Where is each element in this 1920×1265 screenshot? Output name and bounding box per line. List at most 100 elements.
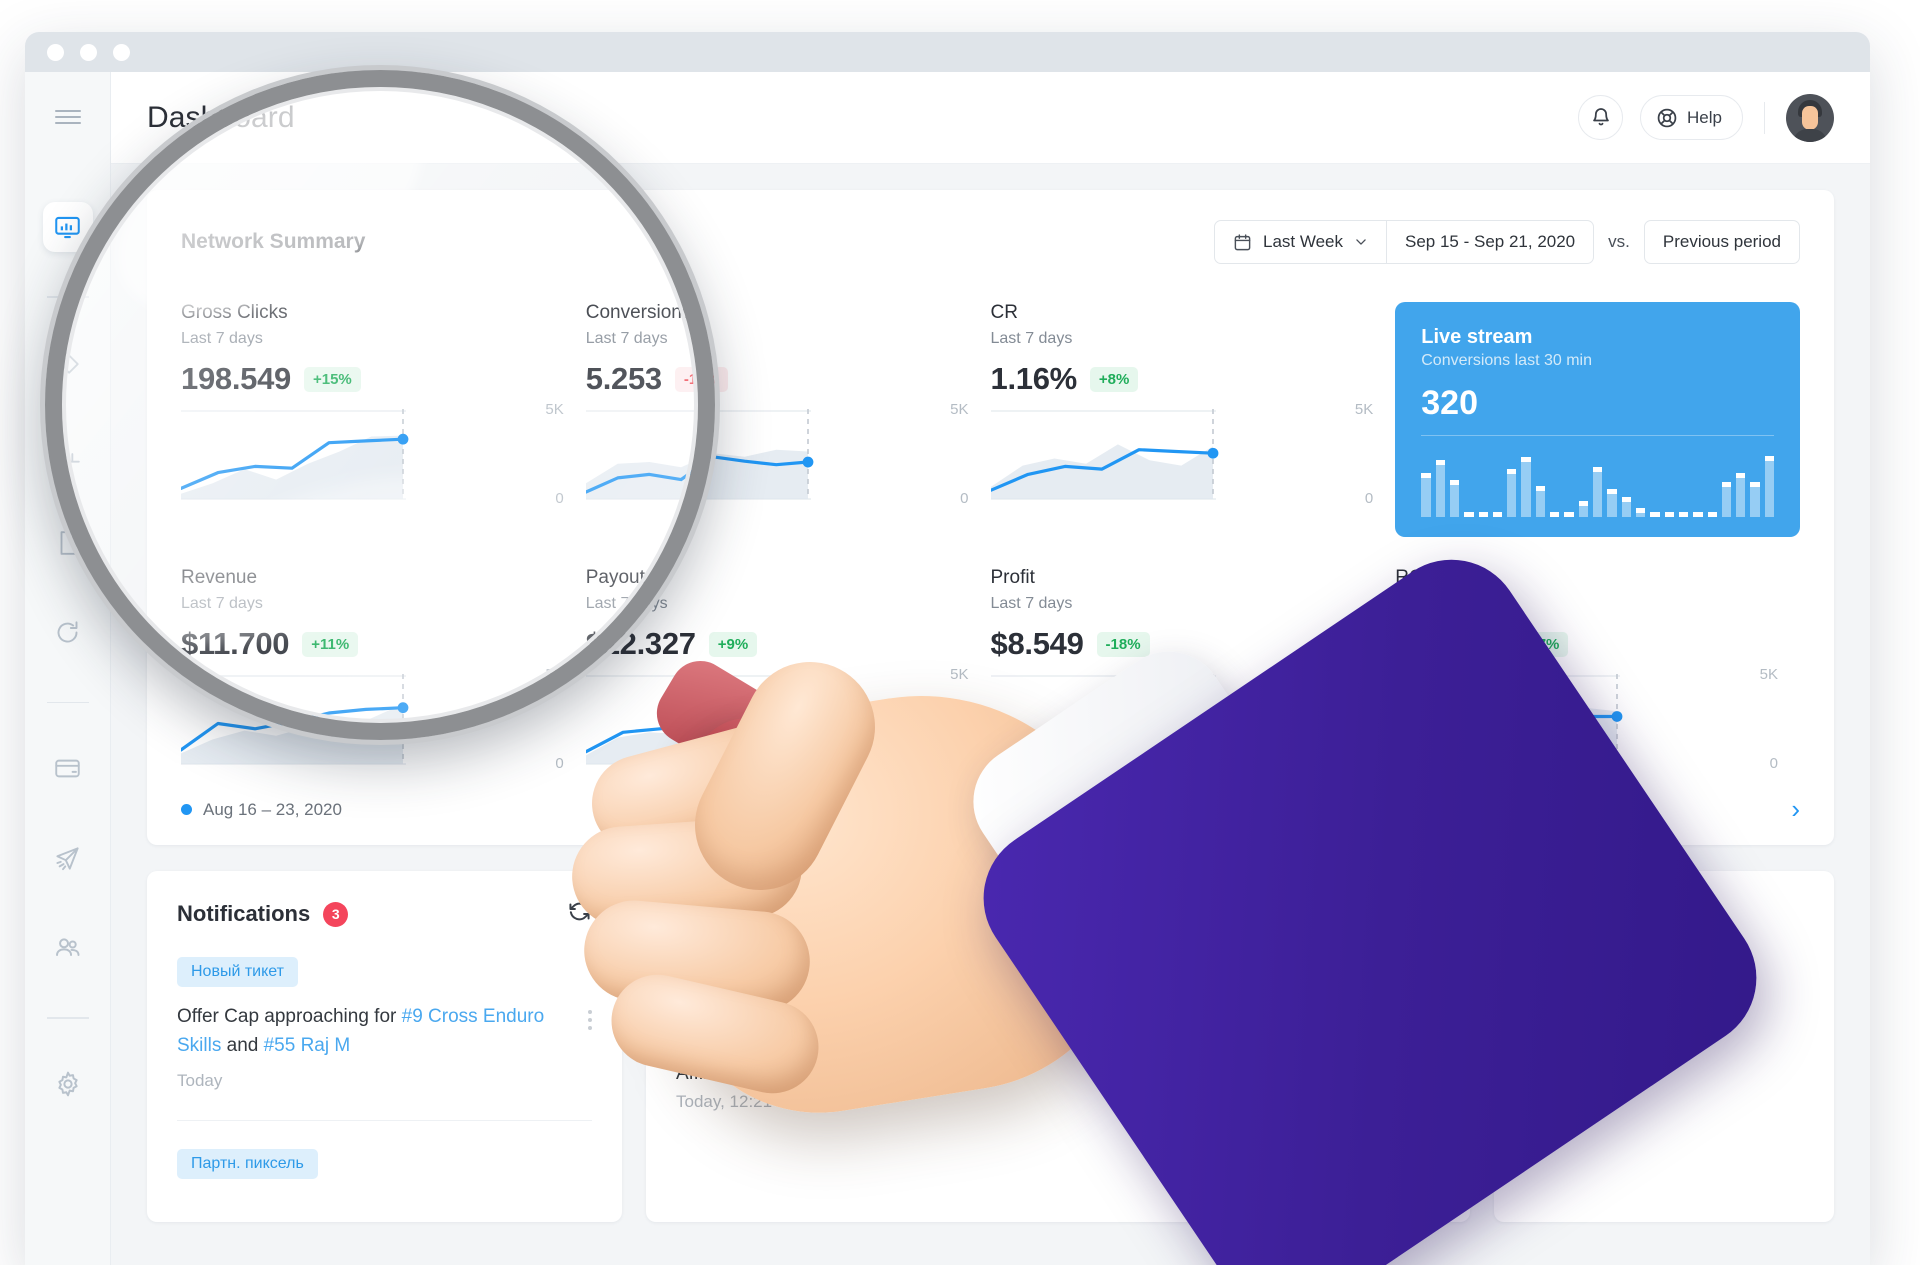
metric-axis-bottom: 0 xyxy=(1769,755,1778,772)
notification-tag: Партн. пиксель xyxy=(177,1149,318,1180)
metric-subtitle: Last 7 days xyxy=(585,330,668,347)
log-panel-label: Log xyxy=(1520,899,1552,920)
window-close-dot[interactable] xyxy=(47,43,64,61)
live-stream-bar xyxy=(1492,512,1503,517)
live-stream-bar xyxy=(1764,455,1775,517)
content-area: Dashboard Help Network Summary Last Week… xyxy=(111,72,1870,1265)
live-stream-bar xyxy=(1578,501,1588,517)
metric-delta-badge: -18% xyxy=(1096,631,1150,657)
metric-card-conversions[interactable]: Conversions Last 7 days 5.253 -15% 5K 0 xyxy=(585,302,991,537)
live-stream-bar xyxy=(1650,512,1660,517)
document-icon xyxy=(60,530,77,555)
compare-period-select[interactable]: Previous period xyxy=(1643,220,1800,264)
chevron-right-icon[interactable]: › xyxy=(1791,794,1800,825)
refresh-icon[interactable] xyxy=(567,899,592,929)
metric-sparkline: 5K 0 xyxy=(181,401,564,507)
metric-card-revenue[interactable]: Revenue Last 7 days $11.700 +11% 5K 0 xyxy=(181,567,586,772)
activity-link[interactable]: #114 OL Media xyxy=(743,963,871,984)
live-stream-bar xyxy=(1621,497,1631,517)
metric-delta-badge: +15% xyxy=(303,366,361,392)
activity-item[interactable]: Affiliate #114 OL Media Today, 12:27 xyxy=(676,939,1440,1012)
notifications-panel: Notifications 3 Новый тикет Offer Cap ap… xyxy=(147,871,622,1223)
notification-item[interactable]: Новый тикет Offer Cap approaching for #9… xyxy=(177,929,592,1094)
metric-value: $12.327 xyxy=(585,626,696,661)
help-label: Help xyxy=(1687,107,1722,127)
window-maximize-dot[interactable] xyxy=(113,43,130,61)
date-range-display[interactable]: Sep 15 - Sep 21, 2020 xyxy=(1387,220,1595,264)
metric-delta-badge: +9% xyxy=(708,631,758,657)
metric-name: Gross Clicks xyxy=(181,302,288,323)
metric-card-payout[interactable]: Payout Last 7 days $12.327 +9% 5K 0 xyxy=(585,567,991,772)
live-stream-bar xyxy=(1435,460,1445,517)
notification-item[interactable]: Партн. пиксель xyxy=(177,1121,592,1194)
activity-prefix: Affiliate xyxy=(676,1063,744,1084)
notification-menu-icon[interactable] xyxy=(588,1002,592,1094)
metric-axis-bottom: 0 xyxy=(555,755,564,772)
sidebar-divider-1 xyxy=(46,296,89,298)
users-icon xyxy=(55,938,79,956)
live-stream-bar xyxy=(1693,512,1703,517)
activity-link[interactable]: #137 RevHeist Inc. xyxy=(743,1063,904,1084)
hamburger-icon[interactable] xyxy=(45,94,91,140)
range-preset-select[interactable]: Last Week xyxy=(1213,220,1387,264)
live-stream-bar xyxy=(1593,467,1603,517)
sidebar-item-campaigns[interactable] xyxy=(43,833,93,883)
activity-menu-icon[interactable] xyxy=(1436,1063,1440,1112)
metric-sparkline: 5K 0 xyxy=(1395,666,1778,772)
metric-card-cr[interactable]: CR Last 7 days 1.16% +8% 5K 0 xyxy=(990,302,1396,537)
help-button[interactable]: Help xyxy=(1640,95,1743,140)
metric-subtitle: Last 7 days xyxy=(585,595,668,612)
notifications-button[interactable] xyxy=(1578,95,1624,140)
notification-time: Today xyxy=(177,1070,223,1090)
sidebar-item-reports[interactable] xyxy=(43,518,93,568)
log-panel: Log xyxy=(1494,871,1834,1223)
metric-name: CR xyxy=(990,302,1018,323)
metric-card-roi[interactable]: ROI Last 7 days 87.54% +17% 5K 0 xyxy=(1395,567,1800,772)
metric-name: Conversions xyxy=(585,302,692,323)
sidebar-item-dashboard[interactable] xyxy=(42,202,93,252)
tab-affiliate[interactable]: Affiliate xyxy=(676,899,738,938)
metric-card-gross-clicks[interactable]: Gross Clicks Last 7 days 198.549 +15% 5K 0 xyxy=(181,302,586,537)
activity-item[interactable]: Affiliate #137 RevHeist Inc. Today, 12:2… xyxy=(676,1039,1440,1112)
metric-value: 198.549 xyxy=(181,361,291,396)
avatar[interactable] xyxy=(1786,93,1834,142)
window-minimize-dot[interactable] xyxy=(80,43,97,61)
live-stream-bar xyxy=(1750,481,1760,517)
metric-card-profit[interactable]: Profit Last 7 days $8.549 -18% 5K 0 xyxy=(990,567,1396,772)
live-stream-bar xyxy=(1550,512,1560,517)
lifebuoy-icon xyxy=(1657,108,1677,127)
sidebar-divider-3 xyxy=(46,1017,89,1019)
metric-delta-badge: +8% xyxy=(1089,366,1139,392)
metric-axis-top: 5K xyxy=(545,666,564,683)
network-summary-card: Network Summary Last Week Sep 15 - Sep 2… xyxy=(147,190,1834,845)
metric-sparkline: 5K 0 xyxy=(585,401,969,507)
metric-subtitle: Last 7 days xyxy=(1395,595,1478,612)
metric-axis-top: 5K xyxy=(1759,666,1778,683)
metric-delta-badge: +11% xyxy=(302,631,359,657)
sidebar-item-settings[interactable] xyxy=(43,1059,93,1109)
notification-link-2[interactable]: #55 Raj M xyxy=(264,1035,351,1056)
metric-axis-top: 5K xyxy=(545,401,564,418)
vs-label: vs. xyxy=(1608,232,1630,251)
metric-axis-bottom: 0 xyxy=(555,490,564,507)
metric-value: $8.549 xyxy=(990,626,1084,661)
live-stream-bar xyxy=(1464,512,1474,517)
live-stream-bar xyxy=(1521,457,1531,517)
sidebar-item-offers[interactable] xyxy=(43,338,93,388)
metric-axis-bottom: 0 xyxy=(960,490,969,507)
live-stream-bar xyxy=(1535,485,1546,517)
sidebar-item-statistics[interactable] xyxy=(43,428,93,478)
date-controls: Last Week Sep 15 - Sep 21, 2020 vs. Prev… xyxy=(1213,220,1800,264)
sidebar-item-affiliates[interactable] xyxy=(43,923,93,973)
metric-delta-badge: -15% xyxy=(674,366,728,392)
live-stream-bar xyxy=(1564,512,1574,517)
activity-text: Affiliate #114 OL Media xyxy=(676,963,1440,985)
sidebar-item-history[interactable] xyxy=(43,608,93,658)
sidebar-item-billing[interactable] xyxy=(43,743,93,793)
metric-sparkline: 5K 0 xyxy=(990,666,1373,772)
chart-icon xyxy=(55,442,80,463)
page-title: Dashboard xyxy=(147,100,295,134)
compare-period-label: Previous period xyxy=(1662,232,1781,251)
activity-time: Today, 12:21 xyxy=(676,1092,773,1111)
notification-tag: Новый тикет xyxy=(177,957,298,987)
